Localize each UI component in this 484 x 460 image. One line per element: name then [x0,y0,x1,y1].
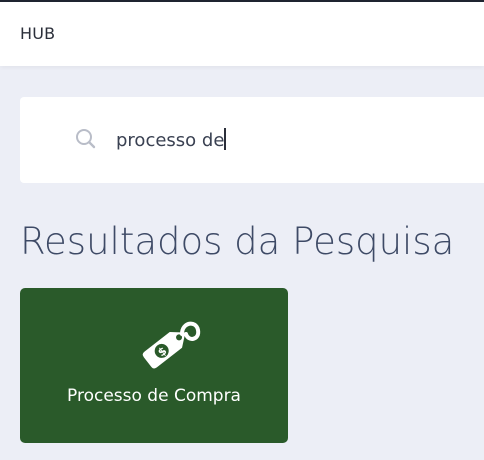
search-input-value: processo de [116,130,225,151]
result-card-label: Processo de Compra [67,386,241,406]
price-tag-dollar-icon: $ [138,312,204,370]
result-card-processo-de-compra[interactable]: $ Processo de Compra [20,288,288,443]
app-brand[interactable]: HUB [20,24,55,43]
search-icon[interactable] [74,127,98,151]
search-bar[interactable]: processo de [20,97,484,183]
search-input[interactable]: processo de [116,128,226,151]
results-heading: Resultados da Pesquisa [20,220,455,263]
app-header: HUB [0,2,484,66]
text-caret [224,128,226,150]
